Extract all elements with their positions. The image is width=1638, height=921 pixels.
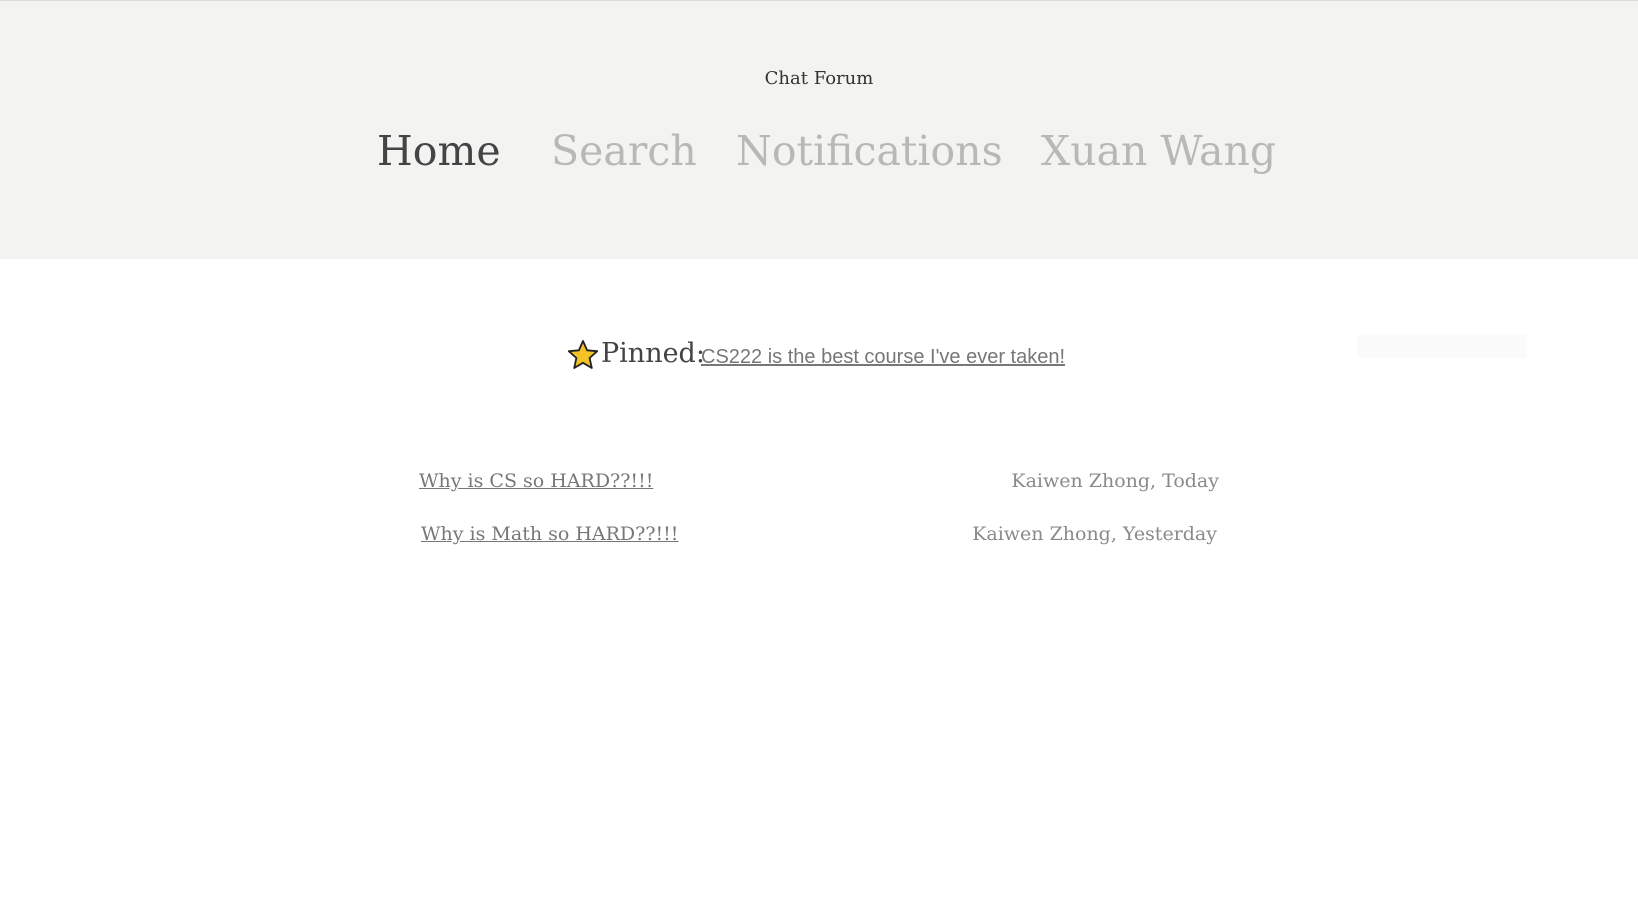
thread-author-date: Kaiwen Zhong, Today (1011, 470, 1219, 492)
nav-user-profile[interactable]: Xuan Wang (1041, 123, 1276, 179)
site-title: Chat Forum (764, 68, 874, 89)
nav-notifications[interactable]: Notifications (736, 123, 1003, 179)
thread-title-link[interactable]: Why is CS so HARD??!!! (419, 466, 653, 496)
main-nav: Home Search Notifications Xuan Wang (0, 123, 1638, 179)
thread-row: Why is Math so HARD??!!! Kaiwen Zhong, Y… (0, 519, 1638, 549)
thread-row: Why is CS so HARD??!!! Kaiwen Zhong, Tod… (0, 466, 1638, 496)
pinned-post-link[interactable]: CS222 is the best course I've ever taken… (701, 345, 1065, 369)
thread-author-date: Kaiwen Zhong, Yesterday (972, 523, 1217, 545)
nav-home[interactable]: Home (377, 123, 501, 179)
nav-search[interactable]: Search (551, 123, 697, 179)
faint-placeholder-box (1357, 334, 1527, 358)
star-icon (567, 340, 599, 369)
site-header: Chat Forum Home Search Notifications Xua… (0, 0, 1638, 259)
pinned-label: Pinned: (601, 338, 705, 369)
thread-title-link[interactable]: Why is Math so HARD??!!! (421, 519, 678, 549)
